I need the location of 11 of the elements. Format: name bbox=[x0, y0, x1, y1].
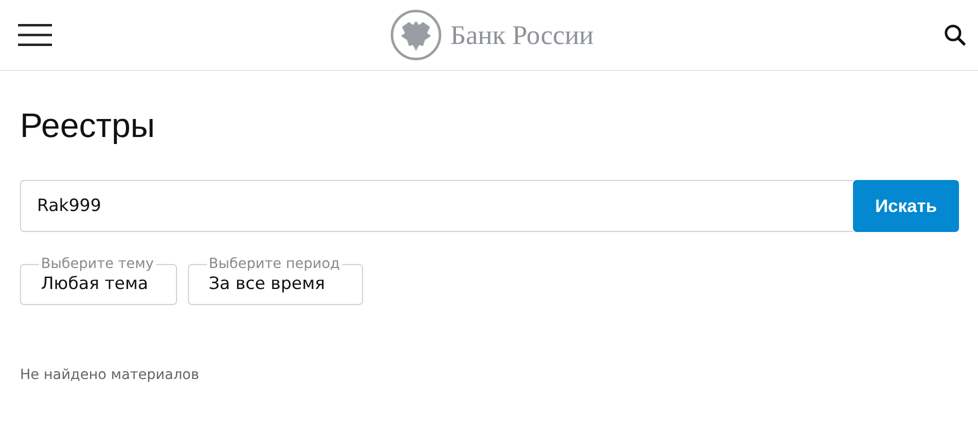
menu-icon bbox=[18, 24, 52, 46]
brand-name: Банк России bbox=[450, 20, 594, 50]
empty-results-message: Не найдено материалов bbox=[20, 367, 200, 383]
search-button[interactable] bbox=[944, 24, 966, 46]
search-submit-button[interactable]: Искать bbox=[853, 180, 959, 232]
page-title: Реестры bbox=[20, 107, 156, 146]
filter-dropdown[interactable]: Выберите тему Любая тема bbox=[20, 256, 177, 305]
search-field[interactable]: Rak999 bbox=[20, 180, 853, 232]
filter-dropdown[interactable]: Выберите период За все время bbox=[188, 256, 363, 305]
menu-button[interactable] bbox=[18, 24, 52, 46]
search-icon bbox=[944, 24, 966, 46]
